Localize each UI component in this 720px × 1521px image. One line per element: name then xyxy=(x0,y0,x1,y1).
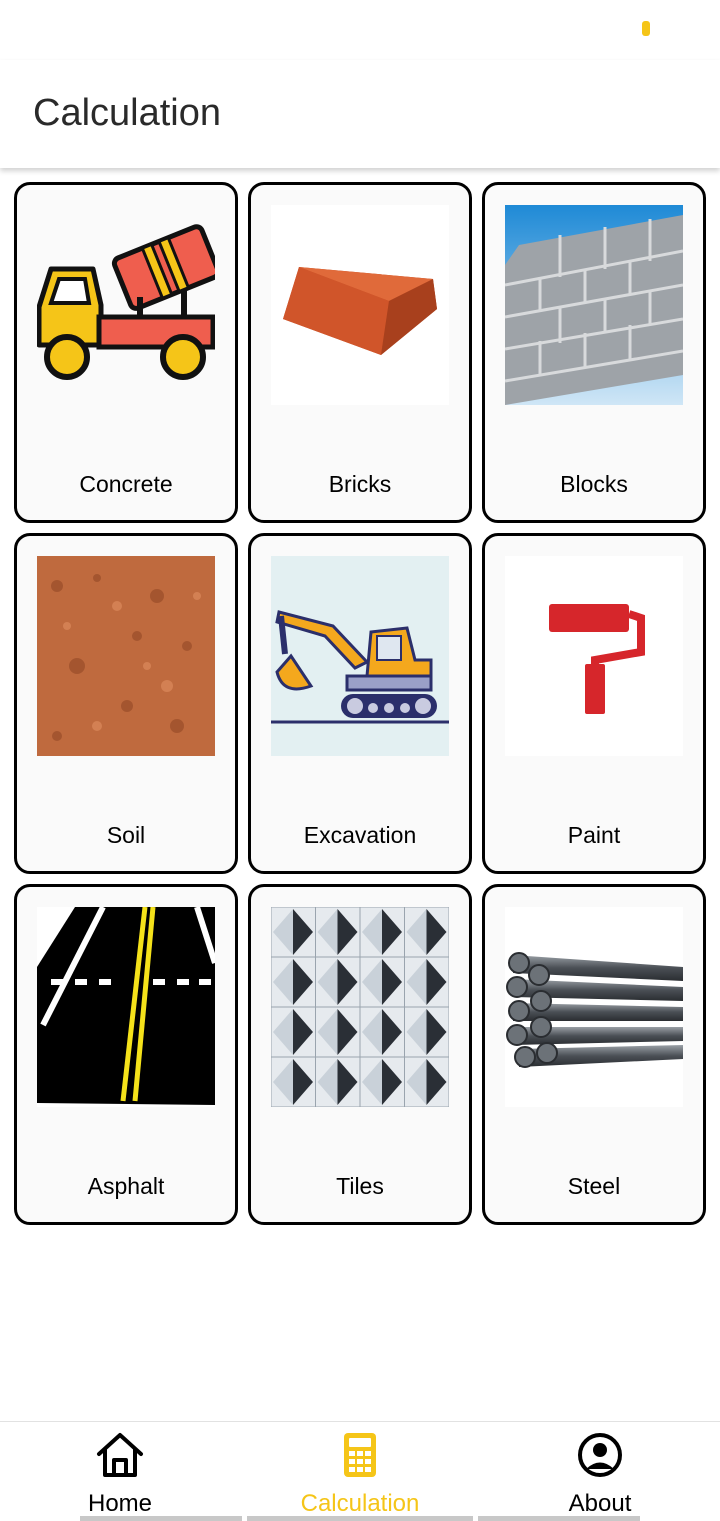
block-wall-icon xyxy=(505,205,683,405)
bottom-navigation: Home Calculation About xyxy=(0,1421,720,1521)
soil-icon xyxy=(37,556,215,756)
calculator-icon xyxy=(344,1433,376,1477)
excavator-icon xyxy=(271,556,449,756)
user-circle-icon xyxy=(578,1433,622,1477)
tile-label: Bricks xyxy=(328,471,392,497)
tile-asphalt[interactable]: Asphalt xyxy=(14,884,238,1225)
tile-excavation[interactable]: Excavation xyxy=(248,533,472,874)
nav-calculation-label: Calculation xyxy=(300,1490,420,1517)
tile-bricks[interactable]: Bricks xyxy=(248,182,472,523)
notification-indicator xyxy=(642,21,650,36)
tile-soil[interactable]: Soil xyxy=(14,533,238,874)
nav-underline xyxy=(80,1516,242,1521)
tile-label: Soil xyxy=(106,822,146,848)
tiles-icon xyxy=(271,907,449,1107)
app-bar: Calculation xyxy=(0,60,720,168)
nav-home[interactable]: Home xyxy=(0,1422,242,1521)
tile-blocks[interactable]: Blocks xyxy=(482,182,706,523)
calculation-grid: Concrete Bricks Blocks Soil Excavation P… xyxy=(14,182,706,1225)
nav-calculation[interactable]: Calculation xyxy=(240,1422,480,1521)
nav-about[interactable]: About xyxy=(478,1422,720,1521)
nav-underline xyxy=(247,1516,473,1521)
nav-about-label: About xyxy=(568,1490,632,1517)
brick-icon xyxy=(271,205,449,405)
tile-steel[interactable]: Steel xyxy=(482,884,706,1225)
tile-paint[interactable]: Paint xyxy=(482,533,706,874)
tile-concrete[interactable]: Concrete xyxy=(14,182,238,523)
tile-label: Steel xyxy=(567,1173,621,1199)
status-bar xyxy=(0,0,720,60)
paint-roller-icon xyxy=(505,556,683,756)
tile-label: Excavation xyxy=(303,822,417,848)
road-icon xyxy=(37,907,215,1107)
page-title: Calculation xyxy=(33,92,221,134)
tile-label: Tiles xyxy=(336,1173,384,1199)
concrete-mixer-truck-icon xyxy=(37,205,215,405)
tile-label: Asphalt xyxy=(87,1173,165,1199)
steel-rebar-icon xyxy=(505,907,683,1107)
tile-label: Blocks xyxy=(560,471,628,497)
tile-tiles[interactable]: Tiles xyxy=(248,884,472,1225)
nav-underline xyxy=(478,1516,640,1521)
nav-home-label: Home xyxy=(87,1490,153,1517)
tile-label: Paint xyxy=(567,822,621,848)
home-icon xyxy=(97,1433,143,1477)
tile-label: Concrete xyxy=(79,471,173,497)
